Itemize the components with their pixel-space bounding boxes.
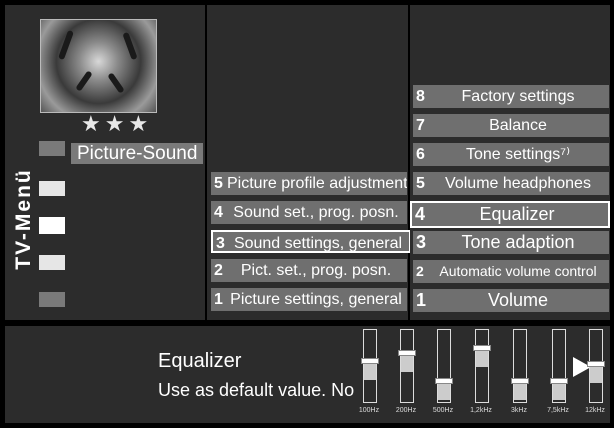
menu-item-picture-sound[interactable] xyxy=(39,141,65,156)
submenu-pict-prog-posn[interactable]: 2 Pict. set., prog. posn. xyxy=(211,259,407,282)
eq-freq-label: 200Hz xyxy=(395,407,417,414)
sound-equalizer[interactable]: 4 Equalizer xyxy=(410,201,610,228)
equalizer-bar: Equalizer Use as default value. No 100Hz… xyxy=(5,326,610,423)
eq-slider-handle[interactable] xyxy=(398,350,416,356)
main-menu-panel: ★★★ TV-Menü Picture-Sound xyxy=(5,5,205,320)
eq-freq-label: 1,2kHz xyxy=(470,407,492,414)
sound-factory-settings[interactable]: 8 Factory settings xyxy=(413,85,609,108)
sound-settings-panel: 8 Factory settings 7 Balance 6 Tone setting… xyxy=(410,5,610,320)
tiger-preview-image xyxy=(40,19,157,113)
menu-item-3[interactable] xyxy=(39,217,65,234)
menu-item-5[interactable] xyxy=(39,292,65,307)
eq-slider-200hz[interactable] xyxy=(398,329,416,403)
tv-menu-title: TV-Menü xyxy=(12,168,35,270)
menu-item-4[interactable] xyxy=(39,255,65,270)
eq-slider-3khz[interactable] xyxy=(511,329,529,403)
sound-balance[interactable]: 7 Balance xyxy=(413,114,609,137)
equalizer-title: Equalizer xyxy=(158,350,242,372)
menu-item-2[interactable] xyxy=(39,181,65,196)
eq-slider-handle[interactable] xyxy=(587,361,605,367)
eq-slider-handle[interactable] xyxy=(550,378,568,384)
eq-slider-100hz[interactable] xyxy=(361,329,379,403)
submenu-sound-prog-posn[interactable]: 4 Sound set., prog. posn. xyxy=(211,201,407,224)
menu-vertical-title: TV-Menü xyxy=(11,155,35,285)
rating-stars: ★★★ xyxy=(81,111,153,136)
sound-automatic-volume-control[interactable]: 2 Automatic volume control xyxy=(413,260,609,283)
submenu-picture-settings-general[interactable]: 1 Picture settings, general xyxy=(211,288,407,311)
eq-slider-handle[interactable] xyxy=(435,378,453,384)
eq-slider-75khz[interactable] xyxy=(550,329,568,403)
sound-tone-adaption[interactable]: 3 Tone adaption xyxy=(413,231,609,254)
sound-volume-headphones[interactable]: 5 Volume headphones xyxy=(413,172,609,195)
eq-freq-label: 7,5kHz xyxy=(547,407,569,414)
eq-slider-12khz[interactable] xyxy=(473,329,491,403)
eq-freq-label: 100Hz xyxy=(358,407,380,414)
submenu-picture-profile[interactable]: 5 Picture profile adjustment xyxy=(211,172,407,195)
eq-slider-handle[interactable] xyxy=(511,378,529,384)
eq-slider-12khz[interactable] xyxy=(587,329,605,403)
sound-volume[interactable]: 1 Volume xyxy=(413,289,609,312)
default-value-toggle[interactable]: Use as default value. No xyxy=(158,380,354,401)
eq-slider-handle[interactable] xyxy=(361,358,379,364)
eq-slider-handle[interactable] xyxy=(473,345,491,351)
eq-freq-label: 3kHz xyxy=(511,407,527,414)
eq-freq-label: 500Hz xyxy=(432,407,454,414)
sound-tone-settings[interactable]: 6 Tone settings⁷⁾ xyxy=(413,143,609,166)
submenu-panel: 5 Picture profile adjustment 4 Sound set.,… xyxy=(207,5,411,320)
submenu-sound-settings-general[interactable]: 3 Sound settings, general xyxy=(211,230,411,253)
picture-sound-label: Picture-Sound xyxy=(71,143,204,164)
eq-freq-label: 12kHz xyxy=(585,407,605,414)
eq-slider-500hz[interactable] xyxy=(435,329,453,403)
